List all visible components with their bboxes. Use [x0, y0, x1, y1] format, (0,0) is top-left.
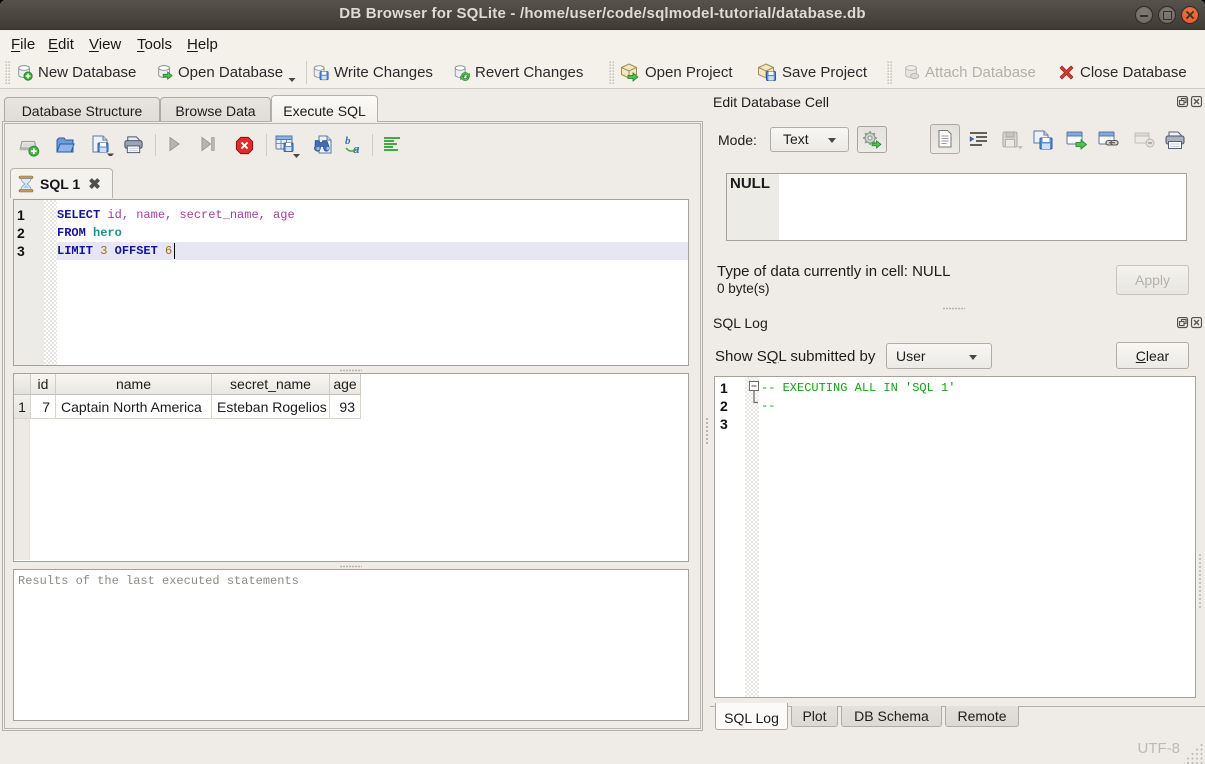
svg-text:b: b: [345, 135, 351, 147]
svg-text:a: a: [353, 141, 360, 156]
